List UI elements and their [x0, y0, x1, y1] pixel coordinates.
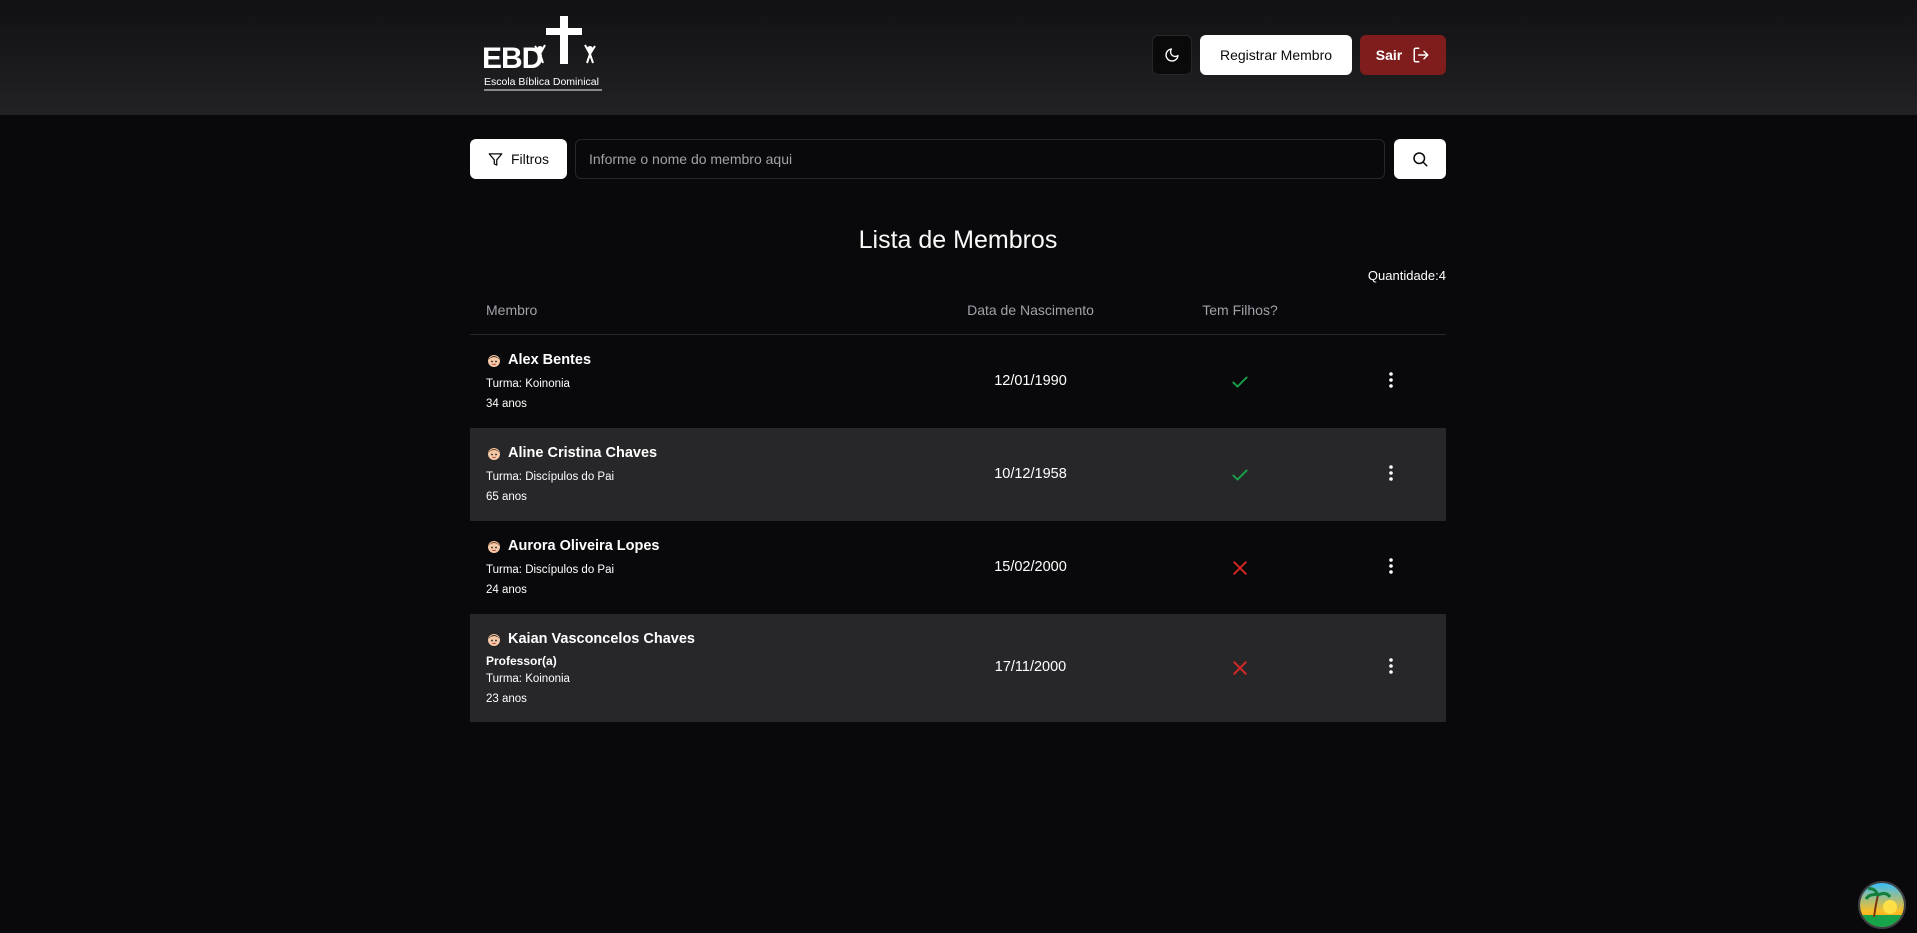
has-children-indicator — [1227, 462, 1253, 488]
member-name: Aurora Oliveira Lopes — [508, 538, 660, 554]
row-actions-button[interactable] — [1380, 460, 1402, 486]
table-row[interactable]: Kaian Vasconcelos Chaves Professor(a) Turm… — [470, 614, 1446, 722]
logout-label: Sair — [1375, 47, 1403, 63]
member-birth-date: 12/01/1990 — [994, 373, 1067, 389]
table-row[interactable]: Aline Cristina Chaves Turma: Discípulos d… — [470, 428, 1446, 521]
has-children-indicator — [1227, 555, 1253, 581]
member-role: Professor(a) — [486, 654, 557, 668]
member-name-line: Alex Bentes — [486, 352, 591, 368]
member-count-value: 4 — [1438, 268, 1446, 283]
has-children-indicator — [1227, 655, 1253, 681]
member-name: Alex Bentes — [508, 352, 592, 368]
beach-scene-icon — [1860, 883, 1904, 927]
row-actions-button[interactable] — [1380, 553, 1402, 579]
search-button[interactable] — [1394, 139, 1446, 179]
member-class: Turma: Discípulos do Pai — [486, 564, 615, 576]
more-vertical-icon — [1389, 372, 1393, 388]
member-details: Professor(a) Turma: Koinonia 23 anos — [486, 653, 570, 709]
app-header: EBD Escola Bíblica Dominical Registrar M… — [0, 0, 1917, 115]
more-vertical-icon — [1389, 558, 1393, 574]
member-birth-date: 17/11/2000 — [994, 659, 1067, 675]
more-vertical-icon — [1389, 658, 1393, 674]
member-details: Turma: Discípulos do Pai 65 anos — [486, 467, 614, 507]
member-class: Turma: Koinonia — [486, 673, 570, 685]
moon-icon — [1165, 48, 1179, 62]
check-icon — [1232, 469, 1248, 481]
more-vertical-icon — [1389, 465, 1393, 481]
member-age: 24 anos — [486, 584, 527, 596]
table-row[interactable]: Alex Bentes Turma: Koinonia 34 anos 12/01/1… — [470, 335, 1446, 428]
logo-underline — [484, 89, 602, 91]
boy-avatar-icon — [488, 634, 500, 646]
column-header-member: Membro — [486, 302, 538, 318]
members-table: Membro Data de Nascimento Tem Filhos? Al… — [470, 290, 1446, 722]
page-title: Lista de Membros — [858, 226, 1058, 254]
check-icon — [1232, 376, 1248, 388]
member-details: Turma: Koinonia 34 anos — [486, 374, 570, 414]
row-actions-button[interactable] — [1380, 367, 1402, 393]
member-search-input[interactable] — [575, 139, 1385, 179]
member-name: Kaian Vasconcelos Chaves — [508, 631, 695, 647]
member-age: 65 anos — [486, 491, 527, 503]
member-name-line: Aline Cristina Chaves — [486, 445, 657, 461]
ebd-logo[interactable]: EBD Escola Bíblica Dominical — [480, 16, 605, 96]
logo-subtitle: Escola Bíblica Dominical — [484, 76, 599, 88]
x-icon — [1233, 661, 1247, 675]
boy-avatar-icon — [488, 355, 500, 367]
column-header-has-children: Tem Filhos? — [1202, 302, 1278, 318]
member-count: Quantidade:4 — [1250, 268, 1446, 283]
table-header: Membro Data de Nascimento Tem Filhos? — [470, 290, 1446, 335]
filters-button[interactable]: Filtros — [470, 139, 567, 179]
member-name-line: Aurora Oliveira Lopes — [486, 538, 660, 554]
logo-brand: EBD — [482, 42, 543, 75]
member-birth-date: 15/02/2000 — [994, 559, 1067, 575]
logout-button[interactable]: Sair — [1360, 35, 1446, 75]
logout-icon — [1413, 47, 1429, 63]
column-header-birth-date: Data de Nascimento — [967, 302, 1094, 318]
member-count-label: Quantidade: — [1367, 268, 1439, 283]
x-icon — [1233, 561, 1247, 575]
member-class: Turma: Discípulos do Pai — [486, 471, 615, 483]
register-member-label: Registrar Membro — [1219, 47, 1333, 63]
table-row[interactable]: Aurora Oliveira Lopes Turma: Discípulos d… — [470, 521, 1446, 614]
member-name-line: Kaian Vasconcelos Chaves — [486, 631, 695, 647]
filters-label: Filtros — [510, 151, 550, 167]
row-actions-button[interactable] — [1380, 653, 1402, 679]
member-birth-date: 10/12/1958 — [994, 466, 1067, 482]
member-class: Turma: Koinonia — [486, 378, 570, 390]
member-name: Aline Cristina Chaves — [508, 445, 658, 461]
girl-avatar-icon — [488, 448, 500, 460]
member-age: 23 anos — [486, 693, 527, 705]
girl-avatar-icon — [488, 541, 500, 553]
filter-icon — [488, 152, 503, 166]
member-age: 34 anos — [486, 398, 527, 410]
theme-toggle-button[interactable] — [1152, 35, 1192, 75]
has-children-indicator — [1227, 369, 1253, 395]
assistant-avatar-button[interactable] — [1858, 881, 1906, 929]
register-member-button[interactable]: Registrar Membro — [1200, 35, 1352, 75]
search-icon — [1413, 152, 1428, 167]
member-details: Turma: Discípulos do Pai 24 anos — [486, 560, 614, 600]
